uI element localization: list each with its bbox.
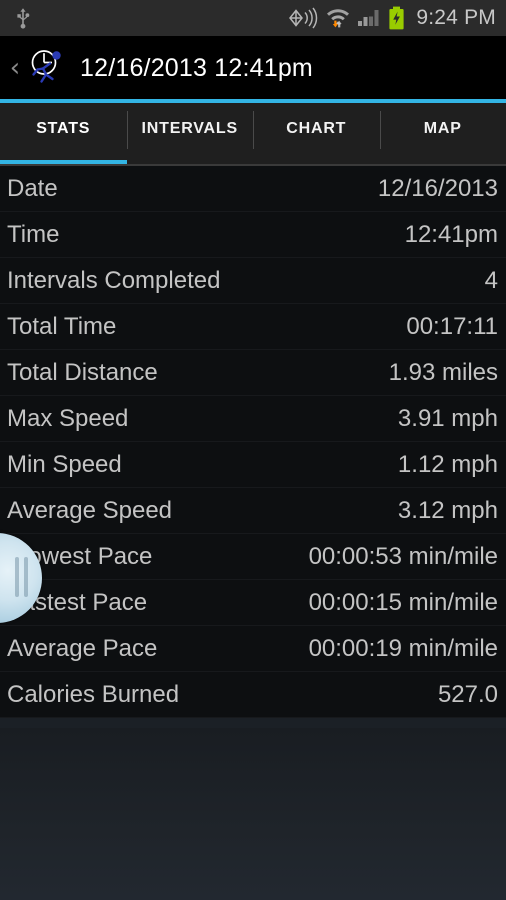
table-row[interactable]: Fastest Pace 00:00:15 min/mile (0, 580, 506, 626)
tab-chart[interactable]: CHART (253, 103, 380, 166)
stat-label: Date (7, 175, 58, 202)
table-row[interactable]: Min Speed 1.12 mph (0, 442, 506, 488)
cellular-signal-icon (357, 7, 381, 29)
tab-stats-label: STATS (36, 120, 91, 137)
table-row[interactable]: Slowest Pace 00:00:53 min/mile (0, 534, 506, 580)
stat-value: 00:00:53 min/mile (308, 543, 498, 570)
stats-list[interactable]: Date 12/16/2013 Time 12:41pm Intervals C… (0, 166, 506, 718)
table-row[interactable]: Average Pace 00:00:19 min/mile (0, 626, 506, 672)
tab-map-label: MAP (423, 120, 462, 137)
stat-label: Time (7, 221, 60, 248)
stat-value: 12/16/2013 (377, 175, 498, 202)
table-row[interactable]: Average Speed 3.12 mph (0, 488, 506, 534)
status-bar-right-icons: 9:24 PM (287, 6, 496, 30)
tab-chart-label: CHART (286, 120, 347, 137)
status-bar: 9:24 PM (0, 0, 506, 36)
battery-charging-icon (388, 6, 405, 30)
table-row[interactable]: Calories Burned 527.0 (0, 672, 506, 718)
stat-value: 00:00:19 min/mile (308, 635, 498, 662)
status-bar-left-icons (14, 7, 32, 29)
title-bar: ‹ 12/16/2013 12:41pm (0, 36, 506, 100)
stat-label: Min Speed (7, 451, 122, 478)
stat-value: 00:00:15 min/mile (308, 589, 498, 616)
app-screen: 9:24 PM ‹ 12/16/2013 12:41pm STATS INTER… (0, 0, 506, 900)
stat-value: 1.12 mph (397, 451, 498, 478)
status-bar-clock: 9:24 PM (416, 6, 496, 29)
stat-value: 12:41pm (404, 221, 498, 248)
page-title: 12/16/2013 12:41pm (80, 53, 313, 82)
table-row[interactable]: Total Distance 1.93 miles (0, 350, 506, 396)
stat-value: 00:17:11 (406, 313, 498, 340)
tab-stats[interactable]: STATS (0, 103, 127, 166)
stat-label: Total Time (7, 313, 117, 340)
stat-label: Total Distance (7, 359, 158, 386)
stat-label: Calories Burned (7, 681, 180, 708)
grip-line-icon (24, 557, 28, 597)
table-row[interactable]: Intervals Completed 4 (0, 258, 506, 304)
tab-map[interactable]: MAP (379, 103, 506, 166)
list-empty-area (0, 728, 506, 900)
stat-value: 4 (484, 267, 498, 294)
tab-intervals-label: INTERVALS (141, 120, 238, 137)
gps-icon (287, 7, 319, 29)
stat-label: Max Speed (7, 405, 129, 432)
stat-label: Average Speed (7, 497, 173, 524)
stat-value: 1.93 miles (388, 359, 498, 386)
clock-runner-icon[interactable] (26, 47, 68, 89)
tab-intervals[interactable]: INTERVALS (126, 103, 254, 166)
stat-value: 527.0 (437, 681, 498, 708)
table-row[interactable]: Date 12/16/2013 (0, 166, 506, 212)
grip-line-icon (15, 557, 19, 597)
stat-value: 3.12 mph (397, 497, 498, 524)
wifi-icon (326, 7, 350, 29)
table-row[interactable]: Time 12:41pm (0, 212, 506, 258)
stat-label: Intervals Completed (7, 267, 221, 294)
back-chevron-icon[interactable]: ‹ (6, 55, 24, 81)
table-row[interactable]: Total Time 00:17:11 (0, 304, 506, 350)
tab-bar: STATS INTERVALS CHART MAP (0, 103, 506, 166)
stat-label: Average Pace (7, 635, 158, 662)
stat-value: 3.91 mph (397, 405, 498, 432)
usb-icon (14, 7, 32, 29)
table-row[interactable]: Max Speed 3.91 mph (0, 396, 506, 442)
